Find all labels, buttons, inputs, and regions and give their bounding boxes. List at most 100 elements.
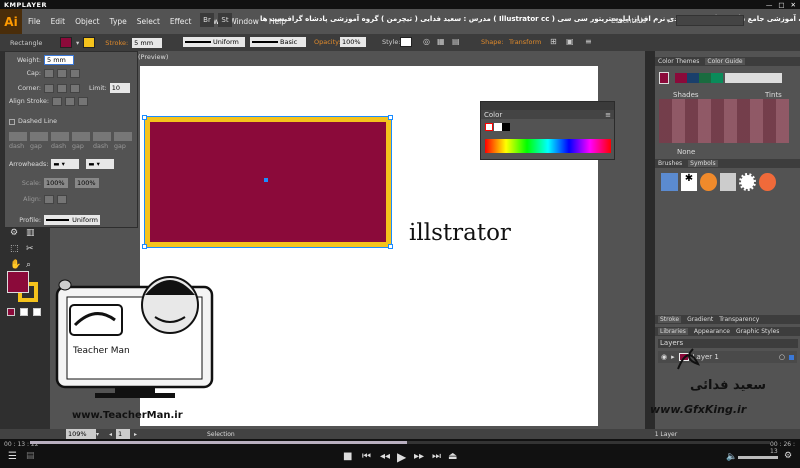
arrow-align-icon[interactable] [44, 195, 54, 204]
symbol-swatch[interactable] [719, 173, 737, 191]
tab-stroke[interactable]: Stroke [658, 316, 682, 323]
volume-slider[interactable] [738, 456, 778, 459]
miter-join-icon[interactable] [44, 83, 54, 93]
first-page-icon[interactable]: ◂ [109, 431, 112, 438]
harmony-rule-select[interactable] [725, 73, 782, 83]
align-center-icon[interactable] [51, 97, 62, 106]
harmony-colors[interactable] [675, 73, 723, 83]
profile-select[interactable]: Uniform [44, 215, 100, 225]
settings-icon[interactable]: ⚙ [784, 451, 792, 461]
scale-end-field[interactable]: 100% [75, 178, 99, 188]
menu-item-effect[interactable]: Effect [170, 17, 192, 26]
previous-icon[interactable]: ⏮ [362, 451, 371, 462]
zoom-tool-icon[interactable]: ⌕ [26, 260, 31, 270]
variations-grid[interactable] [659, 99, 789, 143]
close-icon[interactable]: ✕ [791, 1, 796, 9]
arrow-align-icon[interactable] [57, 195, 67, 204]
tab-appearance[interactable]: Appearance [694, 328, 730, 335]
next-icon[interactable]: ⏭ [432, 451, 441, 462]
shape-label[interactable]: Shape: [481, 38, 504, 46]
stock-icon[interactable]: St [218, 13, 232, 27]
zoom-field[interactable]: 109% [66, 429, 96, 439]
bevel-join-icon[interactable] [70, 83, 80, 93]
white-swatch[interactable] [494, 123, 502, 131]
black-swatch[interactable] [502, 123, 510, 131]
symbol-swatch[interactable] [759, 173, 776, 191]
graph-tool-icon[interactable]: ▥ [26, 228, 35, 238]
workspace-switcher[interactable]: Essentials ▾ [608, 14, 670, 27]
dash-field[interactable] [93, 132, 111, 141]
menu-item-window[interactable]: Window [229, 17, 259, 26]
round-cap-icon[interactable] [57, 69, 67, 78]
stop-icon[interactable]: ■ [343, 451, 352, 462]
menu-item-edit[interactable]: Edit [51, 17, 66, 26]
bridge-icon[interactable]: Br [200, 13, 214, 27]
tab-color-themes[interactable]: Color Themes [658, 58, 699, 65]
dashed-checkbox[interactable] [9, 118, 15, 125]
chevron-down-icon[interactable]: ▾ [96, 431, 99, 438]
gap-field[interactable] [114, 132, 132, 141]
handle[interactable] [388, 115, 393, 120]
handle[interactable] [142, 244, 147, 249]
help-search-input[interactable] [676, 15, 744, 26]
handle[interactable] [142, 115, 147, 120]
none-mode-icon[interactable] [33, 308, 41, 316]
tab-transparency[interactable]: Transparency [719, 316, 759, 323]
symbol-swatch[interactable]: ✱ [680, 173, 698, 191]
menu-item-select[interactable]: Select [137, 17, 160, 26]
tab-symbols[interactable]: Symbols [688, 160, 718, 167]
brush-definition[interactable]: Basic [250, 37, 306, 47]
playlist-icon[interactable]: ▤ [26, 451, 35, 461]
menu-item-object[interactable]: Object [75, 17, 99, 26]
recolor-icon[interactable]: ◎ [423, 37, 430, 46]
dash-field[interactable] [51, 132, 69, 141]
fill-color-box[interactable] [7, 271, 29, 293]
variable-width-profile[interactable]: Uniform [183, 37, 245, 47]
scale-start-field[interactable]: 100% [44, 178, 68, 188]
round-join-icon[interactable] [57, 83, 67, 93]
forward-icon[interactable]: ▸▸ [414, 451, 424, 462]
tab-brushes[interactable]: Brushes [658, 160, 682, 167]
limit-field[interactable]: 10 [109, 83, 130, 93]
fill-swatch[interactable] [60, 37, 72, 48]
color-spectrum[interactable] [485, 139, 611, 153]
play-icon[interactable]: ▶ [397, 450, 406, 464]
chevron-down-icon[interactable]: ▾ [76, 39, 79, 47]
document-tab[interactable]: (Preview) [138, 53, 168, 63]
gap-field[interactable] [72, 132, 90, 141]
handle[interactable] [388, 244, 393, 249]
menu-item-file[interactable]: File [28, 17, 41, 26]
minimize-icon[interactable]: — [766, 1, 773, 9]
target-icon[interactable]: ○ [779, 353, 785, 361]
menu-icon[interactable]: ☰ [8, 451, 17, 462]
eject-icon[interactable]: ⏏ [448, 451, 457, 462]
next-page-icon[interactable]: ▸ [134, 431, 137, 438]
arrowhead-start-select[interactable]: ▬ ▾ [51, 159, 80, 169]
rewind-icon[interactable]: ◂◂ [380, 451, 390, 462]
align-outside-icon[interactable] [77, 97, 88, 106]
opacity-field[interactable]: 100% [340, 37, 366, 47]
color-mode-icon[interactable] [7, 308, 15, 316]
base-color-swatch[interactable] [659, 72, 669, 84]
align-inside-icon[interactable] [64, 97, 75, 106]
hand-tool-icon[interactable]: ✋ [10, 260, 21, 270]
eye-icon[interactable]: ◉ [661, 353, 667, 361]
isolate-icon[interactable]: ▣ [566, 37, 574, 46]
symbol-swatch[interactable] [739, 173, 757, 191]
square-cap-icon[interactable] [70, 69, 80, 78]
selected-rectangle[interactable] [144, 116, 392, 248]
tab-color-guide[interactable]: Color Guide [705, 58, 745, 65]
symbol-swatch[interactable] [700, 173, 717, 191]
menu-item-type[interactable]: Type [110, 17, 127, 26]
stroke-weight-field[interactable]: 5 mm [132, 37, 163, 48]
weight-field[interactable]: 5 mm [44, 55, 74, 65]
butt-cap-icon[interactable] [44, 69, 54, 78]
volume-icon[interactable]: 🔈 [726, 452, 737, 462]
symbol-sprayer-icon[interactable]: ⚙ [10, 228, 18, 238]
gradient-mode-icon[interactable] [20, 308, 28, 316]
align-icon[interactable]: ▦ [437, 37, 445, 46]
distribute-icon[interactable]: ▤ [452, 37, 460, 46]
transform-label[interactable]: Transform [509, 38, 541, 46]
dash-field[interactable] [9, 132, 27, 141]
sample-text[interactable]: illstrator [409, 220, 511, 246]
